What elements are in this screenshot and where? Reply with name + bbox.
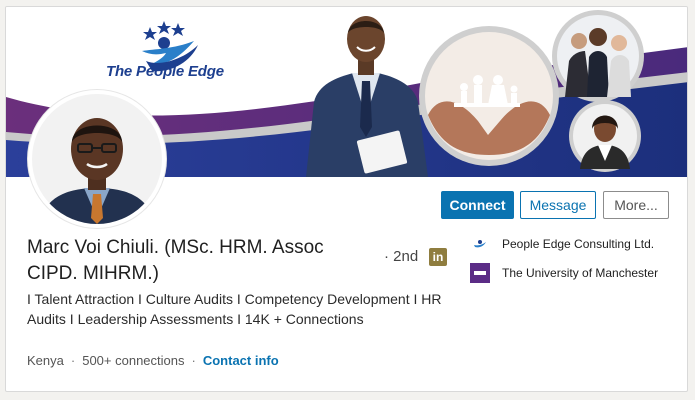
more-button[interactable]: More... (603, 191, 669, 219)
connection-degree: · 2nd (384, 248, 419, 265)
profile-meta: Kenya · 500+ connections · Contact info (27, 353, 279, 368)
separator-dot: · (70, 353, 76, 368)
contact-info-link[interactable]: Contact info (203, 353, 279, 368)
brand-name: The People Edge (106, 63, 224, 80)
banner-team-image (552, 10, 644, 102)
location: Kenya (27, 353, 64, 368)
banner-businessman-image (306, 16, 428, 177)
profile-headline: I Talent Attraction I Culture Audits I C… (27, 291, 442, 327)
profile-card: The People Edge Connect Message More... … (5, 6, 688, 392)
banner-professional-woman-image (569, 100, 641, 172)
connections-count[interactable]: 500+ connections (82, 353, 184, 368)
profile-name: Marc Voi Chiuli. (MSc. HRM. Assoc CIPD. … (27, 237, 324, 284)
avatar-photo (32, 94, 162, 224)
school-name: The University of Manchester (502, 266, 659, 280)
education-school[interactable]: The University of Manchester (470, 263, 658, 283)
message-button[interactable]: Message (520, 191, 596, 219)
people-edge-logo-icon (470, 234, 490, 254)
connect-button[interactable]: Connect (441, 191, 514, 219)
current-company[interactable]: People Edge Consulting Ltd. (470, 234, 654, 254)
banner-hands-family-image (419, 26, 559, 166)
university-logo-icon (470, 263, 490, 283)
company-name: People Edge Consulting Ltd. (502, 237, 655, 251)
separator-dot: · (191, 353, 196, 368)
linkedin-premium-badge-icon: in (429, 248, 447, 266)
profile-avatar[interactable] (28, 90, 166, 228)
